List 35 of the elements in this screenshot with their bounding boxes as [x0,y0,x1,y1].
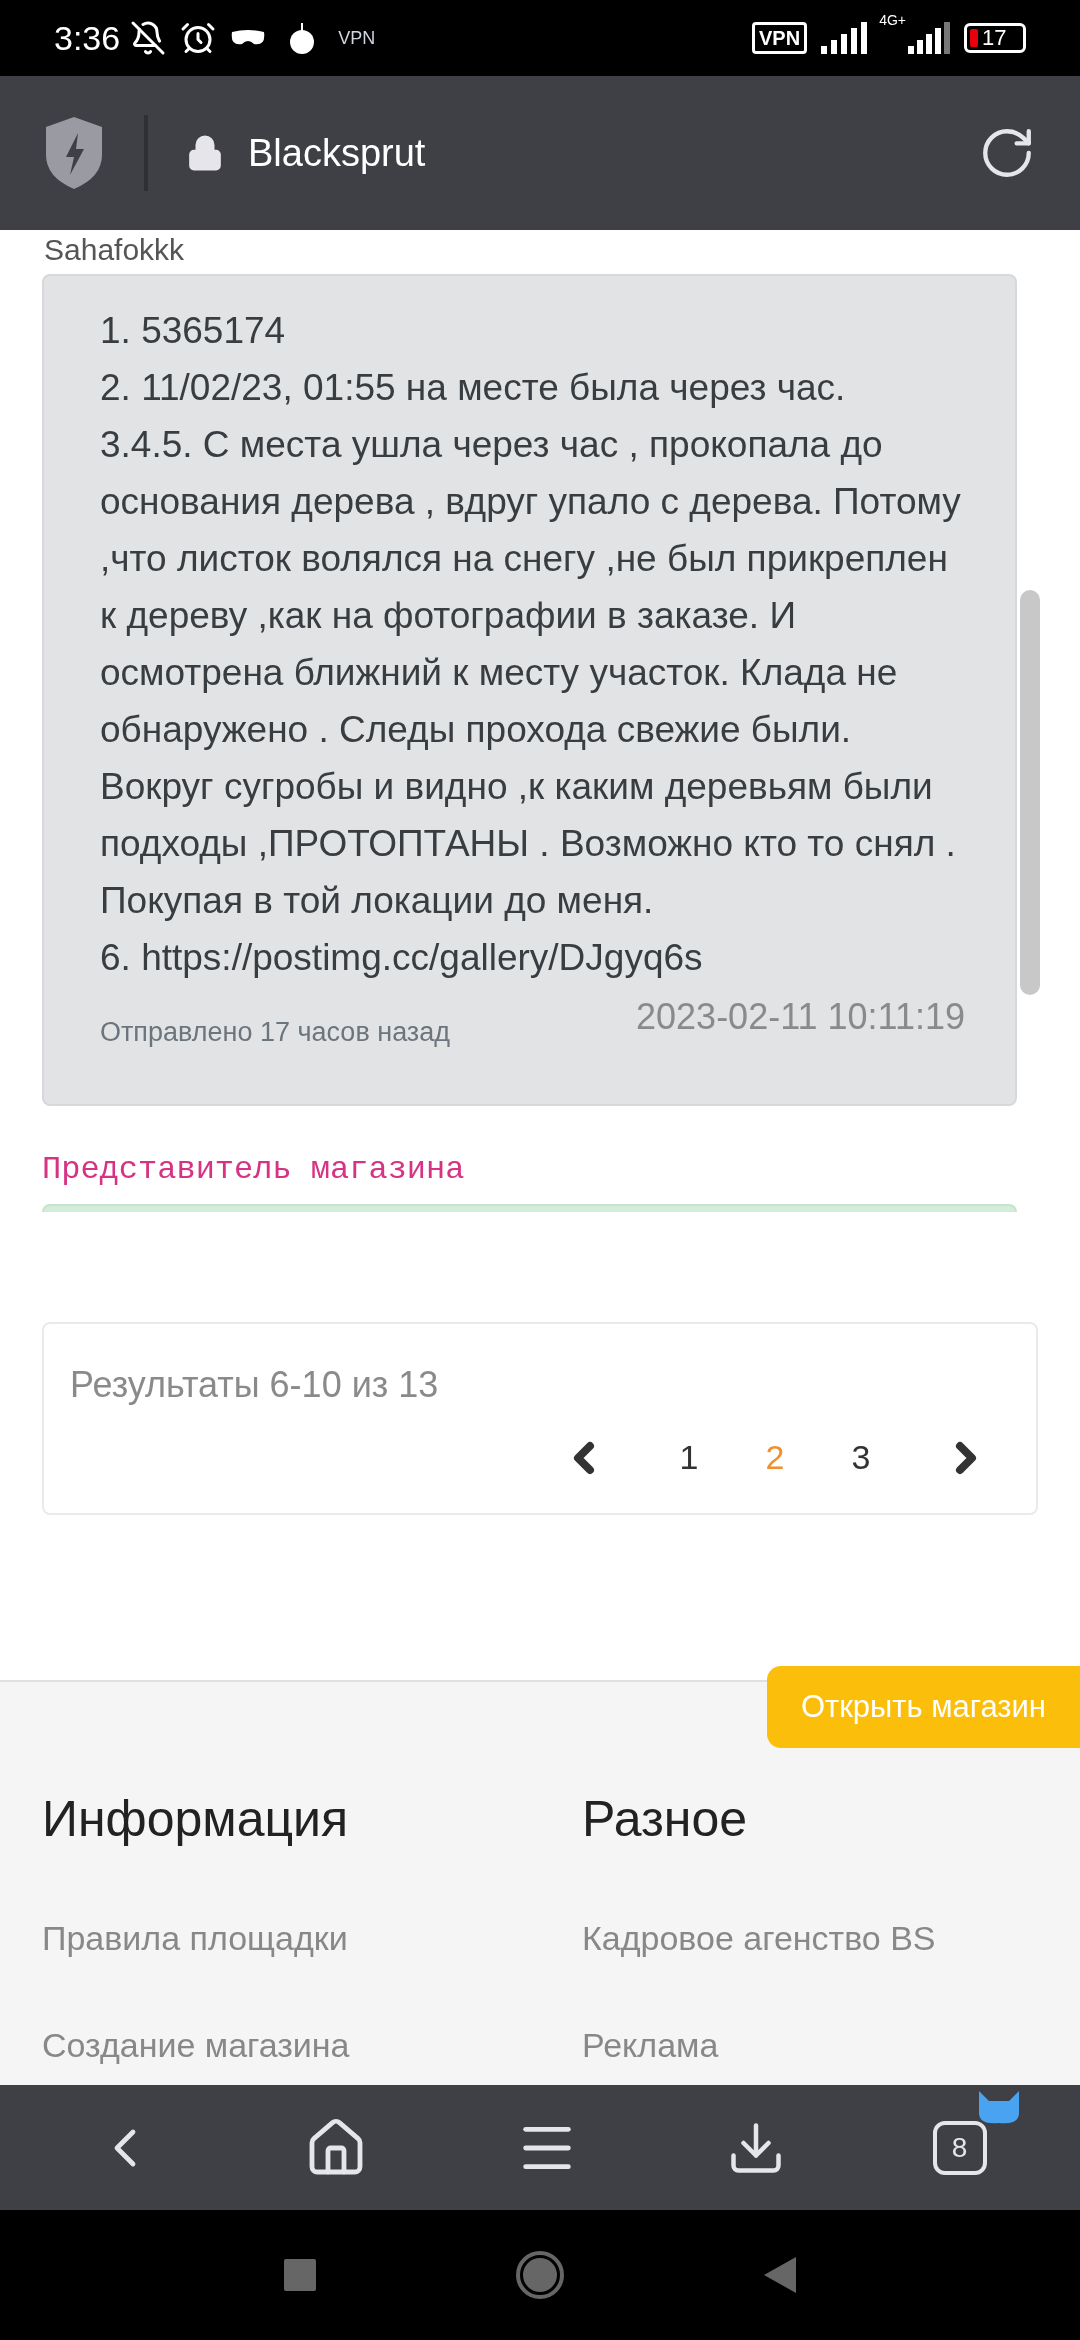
sent-time: Отправлено 17 часов назад [100,1015,450,1049]
page-link[interactable]: 1 [646,1432,732,1483]
battery-indicator: 17 [964,23,1026,53]
home-button-icon[interactable] [516,2251,564,2299]
back-icon[interactable] [764,2257,796,2293]
footer-heading: Разное [582,1790,749,1849]
footer-link[interactable]: Создание магазина [42,2026,350,2064]
reply-author: Представитель магазина [42,1150,466,1190]
status-time: 3:36 [54,17,121,59]
network-label: 4G+ [879,11,906,30]
footer-heading: Информация [42,1790,350,1849]
open-shop-button[interactable]: Открыть магазин [766,1666,1080,1748]
message-text: 3.4.5. С места ушла через час , прокопала до основания дерева , вдруг упало с дерева. Потому ,что листок волялся на снегу ,не был прикреплен к дереву ,как на фотографии в заказе. И осмотрена ближний к месту участок. Клада не обнаружено . Следы прохода свежие были. Вокруг сугробы и видно ,к каким деревьям были подходы ,ПРОТОПТАНЫ . Возможно кто то снял . Покупая в той локации до меня. [100,423,962,923]
page-title[interactable]: Blacksprut [248,124,426,182]
message-text: 1. 5365174 [100,309,287,353]
page-link[interactable]: 3 [818,1432,904,1483]
shield-icon[interactable] [44,115,104,191]
signal-icon [821,22,870,54]
tabs-button[interactable]: 8 [932,2120,987,2175]
lock-icon [186,134,224,172]
author-name: Sahafokkk [43,232,186,268]
fruit-icon [288,21,317,55]
bell-off-icon [130,20,167,56]
footer-link[interactable]: Реклама [582,2026,719,2064]
alarm-icon [180,20,217,56]
message-timestamp: 2023-02-11 10:11:19 [636,995,965,1039]
signal-icon [908,22,950,54]
results-summary: Результаты 6-10 из 13 [70,1363,440,1407]
page-link[interactable]: 2 [732,1432,818,1483]
footer-link[interactable]: Правила площадки [42,1919,348,1957]
vpn-badge: VPN [752,22,808,54]
message-text: 2. 11/02/23, 01:55 на месте была через час. [100,366,847,410]
message-text: 6. https://postimg.cc/gallery/DJgyq6s [100,936,704,980]
footer-link[interactable]: Кадровое агенство BS [582,1919,936,1957]
vpn-label: VPN [338,26,376,50]
